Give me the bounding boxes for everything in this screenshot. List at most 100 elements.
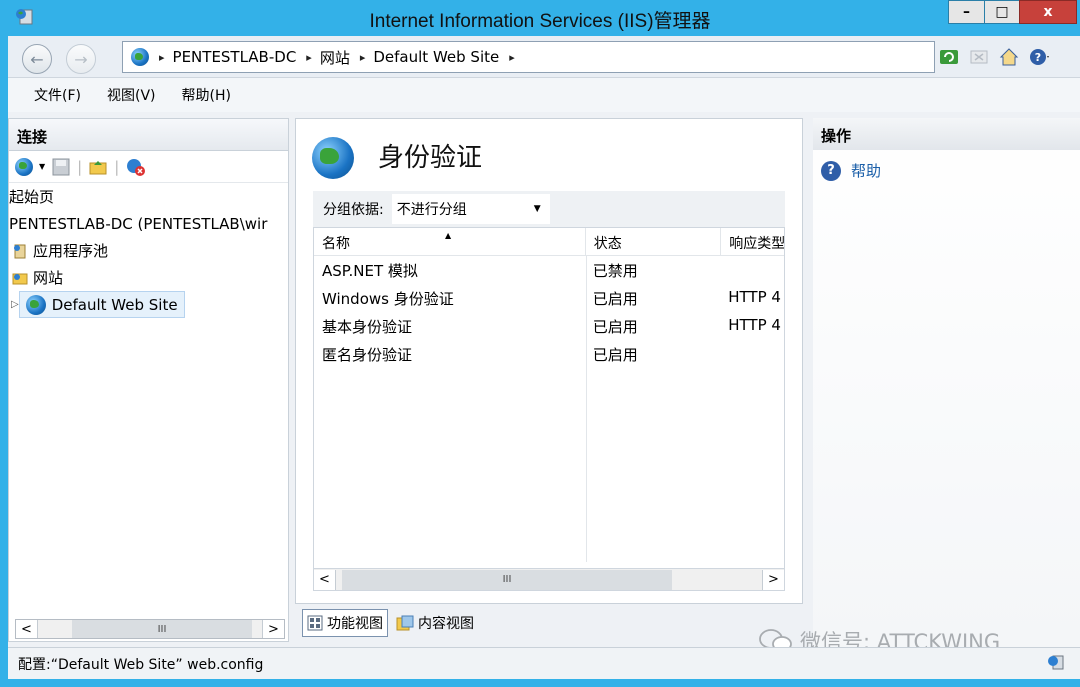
sort-ascending-icon: ▲ <box>445 231 452 240</box>
actions-header: 操作 <box>813 118 1080 150</box>
table-row[interactable]: Windows 身份验证 已启用 HTTP 4 <box>314 284 784 312</box>
breadcrumb-separator-icon[interactable]: ▸ <box>509 51 515 64</box>
cell-name: Windows 身份验证 <box>322 290 454 308</box>
feature-pane: 身份验证 分组依据: 不进行分组 ▼ 名称 ▲ 状态 响应类型 ASP.NET … <box>295 118 803 604</box>
tree-item-label: Default Web Site <box>51 295 178 314</box>
tab-label: 内容视图 <box>418 616 474 632</box>
breadcrumb-separator-icon: ▸ <box>359 50 366 64</box>
tree-item-app-pools[interactable]: 应用程序池 <box>9 237 288 264</box>
table-row[interactable]: ASP.NET 模拟 已禁用 <box>314 256 784 284</box>
arrow-left-icon: ← <box>30 49 44 69</box>
group-by-bar: 分组依据: 不进行分组 ▼ <box>313 191 785 227</box>
connections-scrollbar[interactable]: < III > <box>15 619 285 639</box>
cell-status: 已禁用 <box>592 262 638 280</box>
breadcrumb-sites[interactable]: 网站 <box>320 47 350 68</box>
table-row[interactable]: 匿名身份验证 已启用 <box>314 340 784 368</box>
network-status-icon <box>1048 655 1064 670</box>
arrow-right-icon: → <box>74 49 88 69</box>
tree-item-label: 应用程序池 <box>33 242 109 260</box>
breadcrumb-separator-icon: ▸ <box>159 50 165 64</box>
grid-header: 名称 ▲ 状态 响应类型 <box>314 228 784 256</box>
window-title: Internet Information Services (IIS)管理器 <box>369 11 711 32</box>
scroll-left-icon[interactable]: < <box>314 569 336 590</box>
content-view-icon <box>396 615 414 631</box>
tree-item-label: PENTESTLAB-DC (PENTESTLAB\wir <box>9 214 268 233</box>
cell-response <box>720 340 784 368</box>
close-button[interactable]: x <box>1019 0 1077 24</box>
app-pool-icon <box>14 244 26 258</box>
cell-response <box>720 256 784 284</box>
scroll-left-icon[interactable]: < <box>16 620 38 638</box>
scroll-thumb[interactable]: III <box>72 620 252 638</box>
address-bar[interactable]: ▸ PENTESTLAB-DC ▸ 网站 ▸ Default Web Site … <box>122 41 935 73</box>
breadcrumb-default-web-site[interactable]: Default Web Site <box>373 48 499 66</box>
authentication-grid: 名称 ▲ 状态 响应类型 ASP.NET 模拟 已禁用 Windows 身份验证… <box>313 227 785 591</box>
save-icon[interactable] <box>51 157 71 177</box>
tree-item-default-web-site[interactable]: ▷ Default Web Site <box>9 291 288 318</box>
connections-pane: 连接 ▼ | | 起始页 PENTESTLAB-DC (PENTESTLAB\w… <box>8 118 289 642</box>
help-icon: ? <box>821 160 841 181</box>
refresh-icon[interactable] <box>938 46 960 68</box>
dropdown-arrow-icon[interactable]: ▼ <box>39 162 45 171</box>
menu-help[interactable]: 帮助(H) <box>182 85 231 105</box>
cell-name: 匿名身份验证 <box>322 346 413 364</box>
cell-name: ASP.NET 模拟 <box>322 262 418 280</box>
cell-status: 已启用 <box>592 290 638 308</box>
maximize-button[interactable]: □ <box>984 0 1020 24</box>
tree-item-label: 网站 <box>33 269 64 287</box>
tab-label: 功能视图 <box>327 616 383 632</box>
connect-globe-icon[interactable] <box>15 157 33 176</box>
expand-arrow-icon[interactable]: ▷ <box>11 299 19 310</box>
folder-up-icon[interactable] <box>88 157 108 177</box>
cell-status: 已启用 <box>592 318 638 336</box>
connections-tree: 起始页 PENTESTLAB-DC (PENTESTLAB\wir 应用程序池 … <box>9 183 288 318</box>
nav-toolbar: ? <box>938 44 1050 70</box>
breadcrumb-server[interactable]: PENTESTLAB-DC <box>173 48 297 66</box>
help-dropdown-icon[interactable]: ? <box>1028 46 1050 68</box>
column-header-status[interactable]: 状态 <box>584 228 720 255</box>
action-label: 帮助 <box>851 162 882 180</box>
tree-item-server[interactable]: PENTESTLAB-DC (PENTESTLAB\wir <box>9 210 288 237</box>
authentication-globe-icon <box>312 137 354 179</box>
selected-node[interactable]: Default Web Site <box>18 291 185 318</box>
svg-text:?: ? <box>1035 51 1041 64</box>
title-bar: Internet Information Services (IIS)管理器 –… <box>0 0 1080 36</box>
action-help[interactable]: ? 帮助 <box>813 150 1080 191</box>
features-view-icon <box>307 615 323 631</box>
scroll-right-icon[interactable]: > <box>762 569 784 590</box>
group-by-label: 分组依据: <box>323 202 384 218</box>
column-header-response[interactable]: 响应类型 <box>720 228 784 255</box>
scroll-thumb[interactable]: III <box>342 569 672 590</box>
disconnect-icon[interactable] <box>125 157 147 177</box>
cell-response: HTTP 4 <box>728 316 781 334</box>
tab-features-view[interactable]: 功能视图 <box>302 609 388 637</box>
home-icon[interactable] <box>998 46 1020 68</box>
actions-pane: 操作 ? 帮助 <box>813 118 1080 648</box>
forward-button[interactable]: → <box>66 44 96 74</box>
stop-icon[interactable] <box>968 46 990 68</box>
tree-item-sites[interactable]: 网站 <box>9 264 288 291</box>
tab-content-view[interactable]: 内容视图 <box>392 610 478 636</box>
globe-icon <box>131 48 149 66</box>
group-by-select[interactable]: 不进行分组 ▼ <box>391 194 550 224</box>
scroll-right-icon[interactable]: > <box>262 620 284 638</box>
menu-file[interactable]: 文件(F) <box>34 85 81 105</box>
table-row[interactable]: 基本身份验证 已启用 HTTP 4 <box>314 312 784 340</box>
menu-bar: 文件(F) 视图(V) 帮助(H) <box>8 78 1080 112</box>
breadcrumb-separator-icon: ▸ <box>306 50 312 64</box>
tree-item-start-page[interactable]: 起始页 <box>9 183 288 210</box>
cell-status: 已启用 <box>592 346 638 364</box>
navigation-bar: ← → ▸ PENTESTLAB-DC ▸ 网站 ▸ Default Web S… <box>8 36 1080 78</box>
status-bar: 配置:“Default Web Site” web.config <box>8 647 1080 679</box>
feature-title: 身份验证 <box>378 143 483 173</box>
minimize-button[interactable]: – <box>948 0 985 24</box>
chevron-down-icon: ▼ <box>533 204 541 214</box>
column-divider <box>586 256 587 562</box>
globe-icon <box>25 294 46 315</box>
cell-name: 基本身份验证 <box>322 318 413 336</box>
back-button[interactable]: ← <box>22 44 52 74</box>
grid-scrollbar[interactable]: < III > <box>314 568 784 590</box>
group-by-value: 不进行分组 <box>396 202 467 218</box>
iis-window: Internet Information Services (IIS)管理器 –… <box>0 0 1080 687</box>
menu-view[interactable]: 视图(V) <box>107 85 156 105</box>
